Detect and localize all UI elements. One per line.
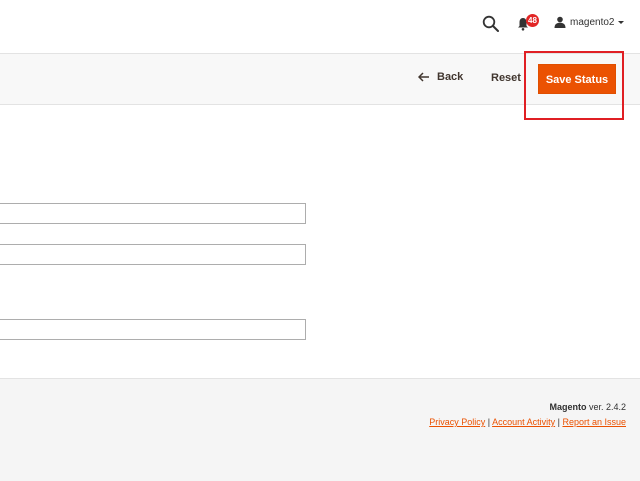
search-icon[interactable]	[482, 15, 499, 32]
back-button[interactable]: Back	[418, 71, 463, 83]
footer-links: Privacy Policy | Account Activity | Repo…	[429, 417, 626, 427]
status-code-field[interactable]	[0, 203, 306, 224]
user-name: magento2	[570, 16, 615, 28]
notifications-button[interactable]: 48	[517, 14, 541, 34]
account-activity-link[interactable]: Account Activity	[492, 417, 555, 427]
privacy-policy-link[interactable]: Privacy Policy	[429, 417, 485, 427]
reset-button[interactable]: Reset	[491, 72, 521, 84]
save-status-button[interactable]: Save Status	[538, 64, 616, 94]
user-account-menu[interactable]: magento2	[554, 14, 625, 30]
page-actions-bar: Back Reset Save Status	[0, 53, 640, 105]
status-label-field[interactable]	[0, 244, 306, 265]
user-icon	[554, 16, 566, 28]
brand-name: Magento	[549, 402, 587, 412]
chevron-down-icon	[618, 20, 625, 24]
version-text: ver. 2.4.2	[586, 402, 626, 412]
notification-count-badge: 48	[526, 14, 539, 27]
arrow-left-icon	[418, 72, 429, 82]
admin-header: 48 magento2	[0, 0, 640, 53]
back-button-label: Back	[437, 71, 464, 83]
store-view-label-field[interactable]	[0, 319, 306, 340]
version-info: Magento ver. 2.4.2	[549, 402, 626, 412]
report-issue-link[interactable]: Report an Issue	[562, 417, 626, 427]
page-footer: Magento ver. 2.4.2 Privacy Policy | Acco…	[0, 378, 640, 481]
